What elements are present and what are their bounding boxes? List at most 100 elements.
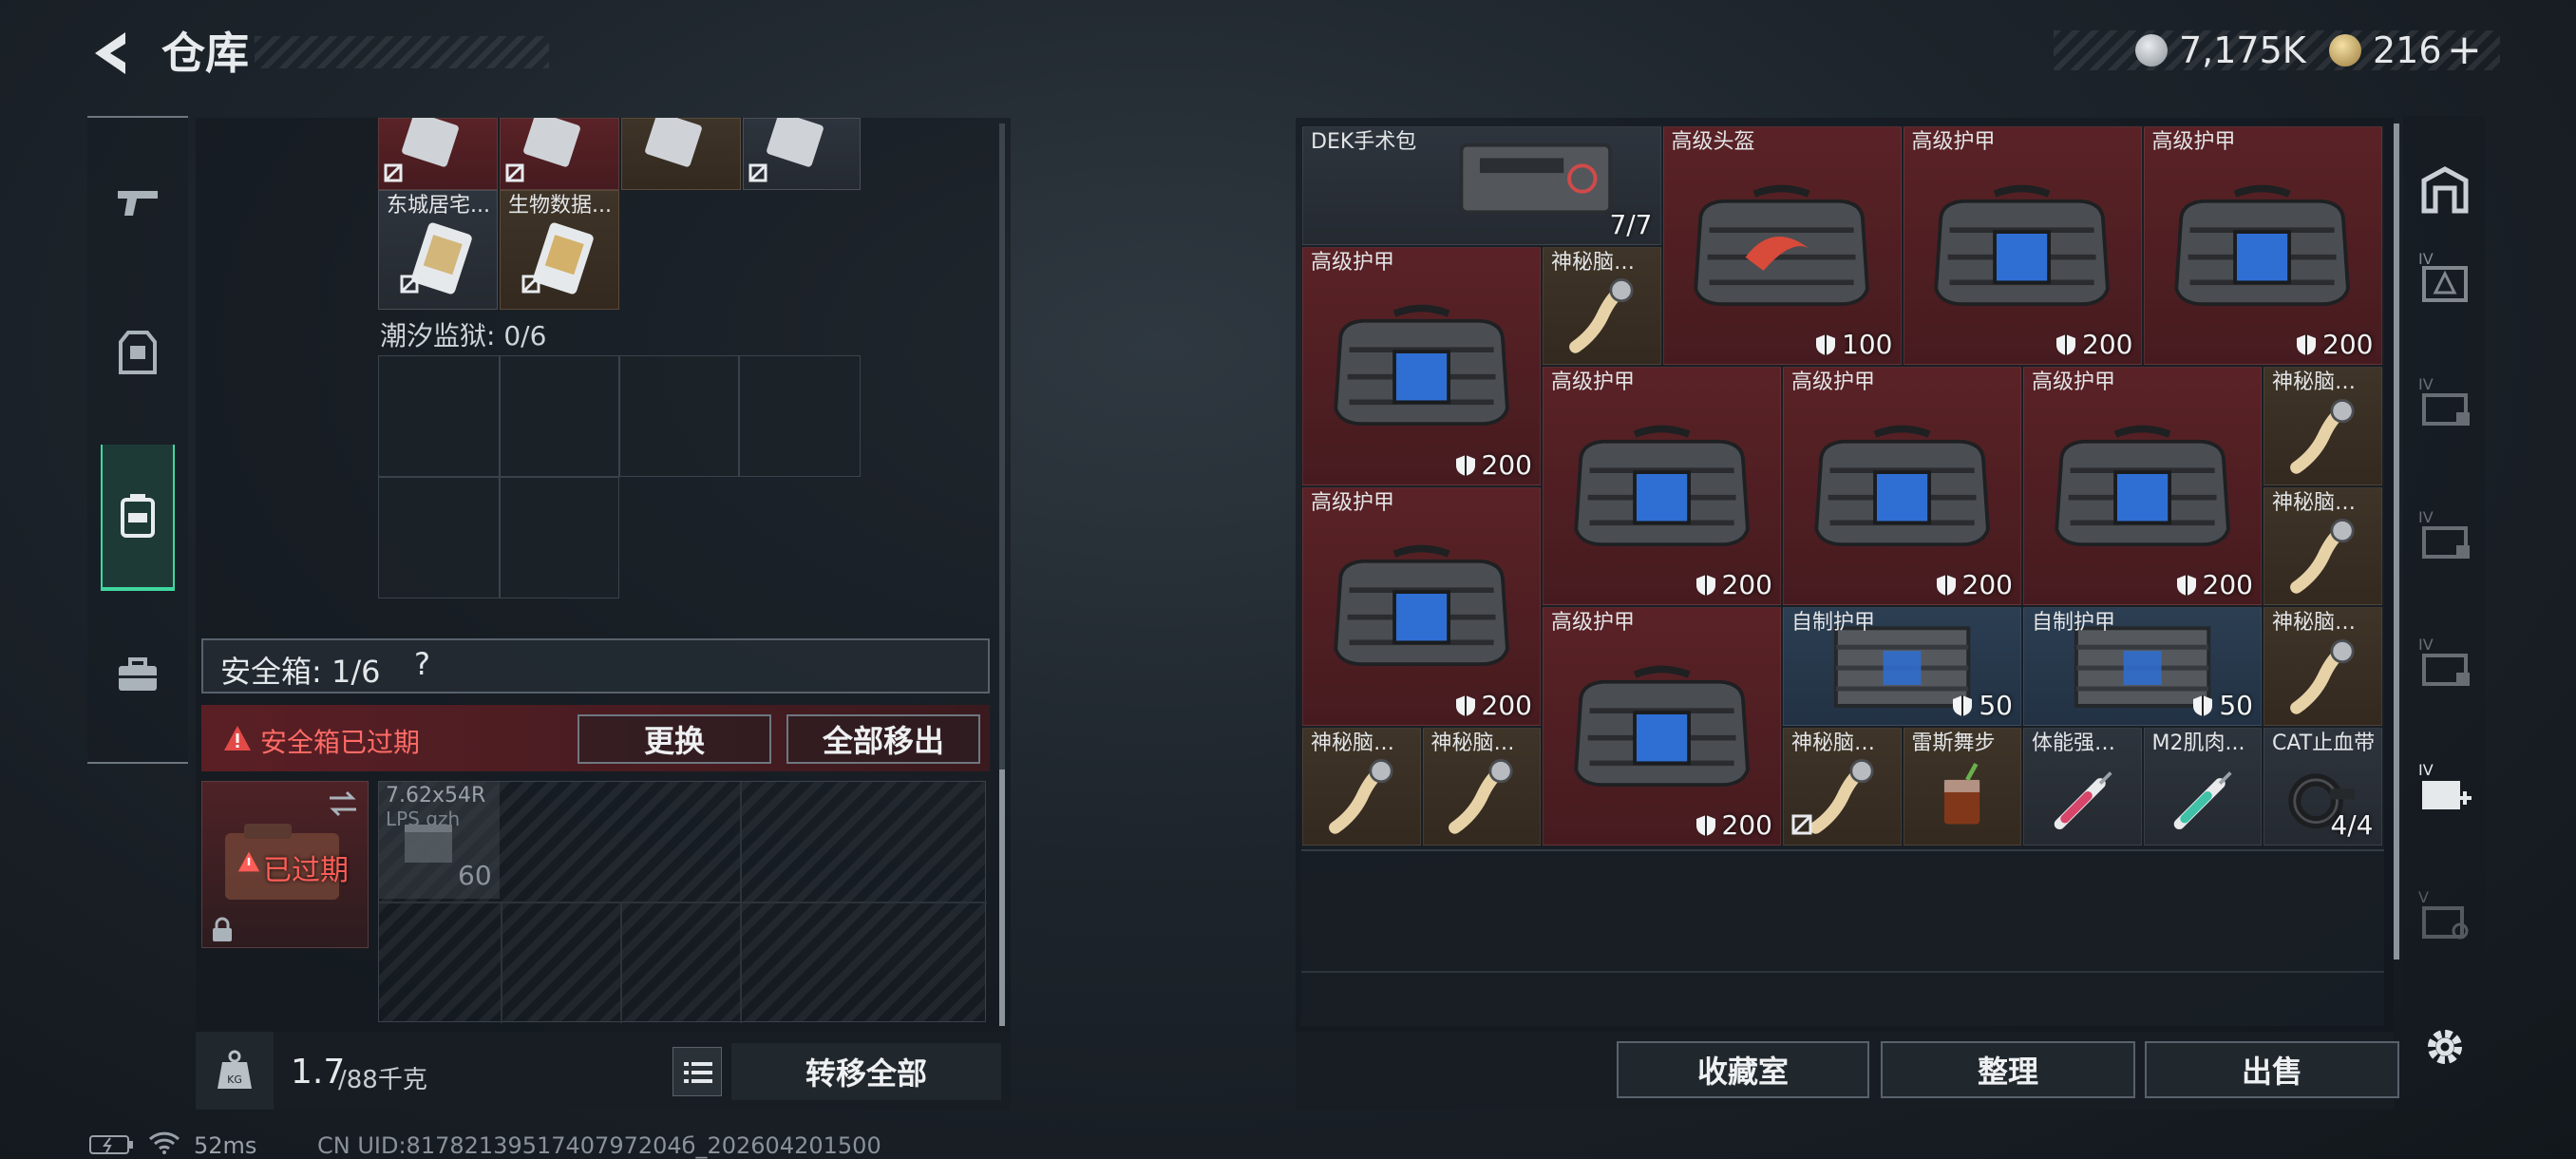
nav-weapons[interactable] [101, 165, 175, 239]
backpack-scroll-thumb[interactable] [999, 770, 1005, 1026]
keycard-bio-data[interactable]: 生物数据... [500, 190, 619, 310]
stash-tab-main[interactable] [2415, 160, 2475, 220]
prison-slot[interactable] [378, 477, 500, 598]
stash-tab-5[interactable]: V [2415, 885, 2475, 946]
nav-supplies[interactable] [101, 638, 175, 712]
lock-icon [213, 917, 232, 941]
prison-slot[interactable] [500, 477, 619, 598]
stash-item-art [1558, 273, 1646, 361]
slot-divider [620, 903, 622, 1023]
svg-text:IV: IV [2418, 508, 2434, 526]
move-all-out-button[interactable]: 全部移出 [786, 714, 980, 764]
stash-item-art [1437, 753, 1525, 842]
armor-value-text: 200 [1721, 569, 1772, 600]
keycard-east-city[interactable]: 东城居宅... [378, 190, 498, 310]
transfer-all-button[interactable]: 转移全部 [731, 1043, 1001, 1100]
stash-item-name: 神秘脑机... [2272, 490, 2376, 515]
prison-slot[interactable] [739, 355, 861, 477]
safebox-help-button[interactable]: ? [414, 646, 430, 682]
stash-item-name: 雷斯舞步 [1911, 731, 1996, 755]
stash-item-name: 高级护甲 [2032, 370, 2116, 394]
grid-line [1301, 971, 2384, 973]
stash-tab-4d[interactable]: IV [2415, 633, 2475, 694]
stash-item-art [2158, 753, 2246, 842]
armor-value: 200 [2296, 329, 2374, 360]
stash-item-armor[interactable]: 高级护甲 200 [1543, 607, 1781, 846]
stash-item-armor[interactable]: 高级护甲 200 [1302, 246, 1541, 485]
stash-item-armor[interactable]: 高级护甲 200 [2143, 126, 2382, 365]
toolbox-icon [119, 657, 157, 691]
keycard-name: 东城居宅... [387, 194, 490, 218]
armor-value: 200 [2176, 569, 2253, 600]
stash-item-art [1563, 660, 1761, 797]
stash-item-name: 高级护甲 [1311, 490, 1395, 515]
stash-item-bci[interactable]: 神秘脑机... [1422, 727, 1541, 846]
replace-button[interactable]: 更换 [578, 714, 771, 764]
add-currency-button[interactable]: + [2447, 29, 2482, 71]
settings-button[interactable] [2415, 1016, 2475, 1077]
prison-slot[interactable] [378, 355, 500, 477]
svg-text:IV: IV [2418, 636, 2434, 654]
stash-item-bci[interactable]: 神秘脑机... [2263, 607, 2382, 726]
stash-item-bci[interactable]: 神秘脑机... [1302, 727, 1421, 846]
stash-item-syringe2[interactable]: M2肌肉... [2143, 727, 2262, 846]
stash-item-bci[interactable]: 神秘脑机... [1783, 727, 1902, 846]
stash-item-tourniquet[interactable]: CAT止血带 4/4 [2263, 727, 2382, 846]
prison-slot[interactable] [500, 355, 619, 477]
gold-coin-icon [2329, 34, 2361, 66]
safebox-header: 安全箱: 1/6 ? [201, 638, 990, 694]
stash-item-armor[interactable]: 高级护甲 200 [1903, 126, 2142, 365]
list-view-button[interactable] [672, 1047, 722, 1096]
armor-value-text: 200 [1961, 569, 2013, 600]
wifi-icon [148, 1131, 180, 1154]
stash-item-armor[interactable]: 高级护甲 200 [1302, 486, 1541, 726]
stash-tab-4b[interactable]: IV [2415, 372, 2475, 433]
stash-tab-4a[interactable]: IV [2415, 247, 2475, 308]
stash-item-bci[interactable]: 神秘脑机... [1543, 246, 1661, 365]
stash-grade-icon: IV [2418, 250, 2468, 302]
safebox-label: 安全箱: 1/6 [220, 654, 381, 690]
weight-bar: KG 1.7 /88千克 转移全部 [196, 1032, 1011, 1110]
slot-divider [379, 902, 987, 903]
stash-scrollbar[interactable] [2394, 124, 2399, 960]
stash-item-art [2279, 393, 2367, 482]
collection-room-button[interactable]: 收藏室 [1617, 1041, 1869, 1098]
nav-armor[interactable] [101, 315, 175, 390]
stash-item-bci[interactable]: 神秘脑机... [2263, 486, 2382, 605]
prison-slot[interactable] [619, 355, 739, 477]
shield-icon [1695, 815, 1715, 836]
stash-item-kit[interactable]: DEK手术包 7/7 [1302, 126, 1661, 245]
weight-icon: KG [218, 1050, 252, 1089]
keycard-icon [400, 222, 472, 294]
stash-item-name: 神秘脑机... [1430, 731, 1535, 755]
stash-item-armor[interactable]: 高级护甲 200 [1783, 367, 2021, 605]
armor-value: 200 [1936, 569, 2013, 600]
stash-item-diy[interactable]: 自制护甲 50 [1783, 607, 2021, 726]
ammo-item[interactable]: 7.62x54R LPS gzh 60 [378, 781, 500, 899]
armor-value: 200 [1695, 569, 1772, 600]
stash-item-diy[interactable]: 自制护甲 50 [2023, 607, 2262, 726]
safebox-item[interactable]: 已过期 [201, 781, 369, 948]
stash-tab-add[interactable]: IV [2415, 758, 2475, 819]
stash-item-drink[interactable]: 雷斯舞步 [1903, 727, 2021, 846]
sort-button[interactable]: 整理 [1881, 1041, 2135, 1098]
sell-button[interactable]: 出售 [2145, 1041, 2399, 1098]
ping-text: 52ms [194, 1132, 257, 1159]
ammo-box-icon [405, 825, 452, 863]
shield-icon [2193, 694, 2213, 716]
stash-item-armor[interactable]: 高级护甲 200 [2023, 367, 2262, 605]
weight-current: 1.7 [291, 1053, 346, 1092]
battery-icon [89, 1135, 133, 1154]
nav-backpack[interactable] [101, 445, 175, 591]
stash-item-armor[interactable]: 高级护甲 200 [1543, 367, 1781, 605]
safe-icon [2421, 166, 2469, 214]
prison-label: 潮汐监狱: 0/6 [380, 320, 547, 352]
back-button[interactable] [87, 27, 135, 80]
stash-item-name: CAT止血带 [2272, 731, 2376, 755]
stash-item-helmet[interactable]: 高级头盔 100 [1662, 126, 1902, 365]
stash-item-name: 自制护甲 [1791, 611, 1876, 635]
stash-item-bci[interactable]: 神秘脑机... [2263, 367, 2382, 485]
svg-text:KG: KG [227, 1074, 242, 1086]
stash-tab-4c[interactable]: IV [2415, 505, 2475, 566]
stash-item-syringe1[interactable]: 体能强化剂 [2023, 727, 2142, 846]
